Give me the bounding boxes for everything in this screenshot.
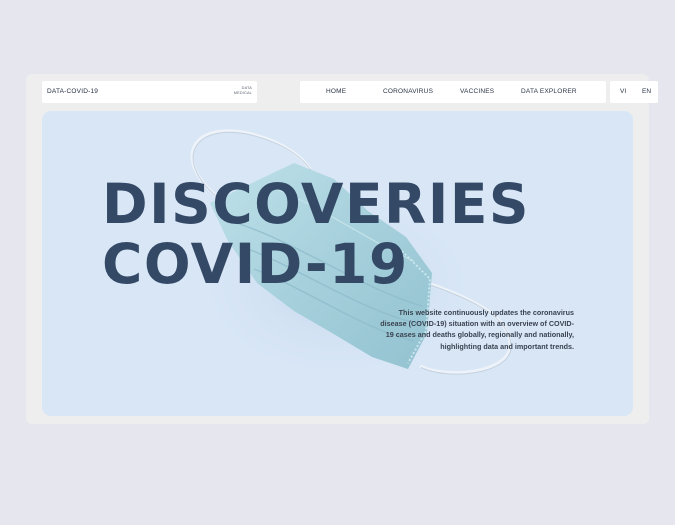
nav-item-data-explorer[interactable]: DATA EXPLORER bbox=[521, 88, 577, 95]
brand-bar[interactable]: DATA-COVID-19 DATA MEDICAL bbox=[42, 81, 257, 103]
top-bar: DATA-COVID-19 DATA MEDICAL HOME CORONAVI… bbox=[26, 74, 658, 110]
main-nav: HOME CORONAVIRUS VACCINES DATA EXPLORER bbox=[300, 81, 606, 103]
brand-name: DATA-COVID-19 bbox=[47, 88, 99, 95]
hero-title-line1: DISCOVERIES bbox=[102, 172, 531, 236]
hero-section: DISCOVERIES COVID-19 This website contin… bbox=[42, 111, 633, 416]
brand-sub-line2: MEDICAL bbox=[233, 91, 252, 95]
hero-title: DISCOVERIES COVID-19 bbox=[102, 174, 530, 294]
nav-item-vaccines[interactable]: VACCINES bbox=[460, 88, 494, 95]
hero-description: This website continuously updates the co… bbox=[380, 308, 574, 351]
page-frame: DATA-COVID-19 DATA MEDICAL HOME CORONAVI… bbox=[26, 74, 658, 424]
lang-option-vi[interactable]: VI bbox=[620, 88, 626, 95]
language-switcher: VI EN bbox=[610, 81, 658, 103]
brand-subtitle: DATA MEDICAL bbox=[234, 86, 252, 96]
lang-option-en[interactable]: EN bbox=[642, 88, 651, 95]
hero-title-line2: COVID-19 bbox=[102, 232, 409, 296]
nav-item-home[interactable]: HOME bbox=[326, 88, 346, 95]
nav-item-coronavirus[interactable]: CORONAVIRUS bbox=[383, 88, 433, 95]
